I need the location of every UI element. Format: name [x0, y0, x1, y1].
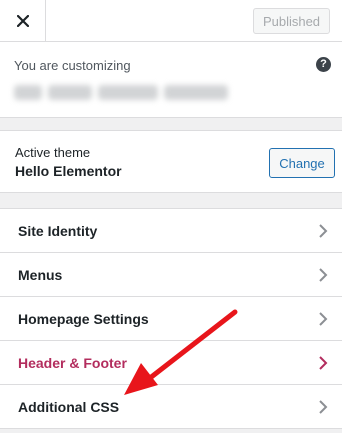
- close-icon: [16, 15, 29, 27]
- help-icon[interactable]: ?: [316, 57, 331, 72]
- customizing-label: You are customizing: [14, 58, 131, 73]
- section-header-footer[interactable]: Header & Footer: [0, 341, 342, 385]
- chevron-right-icon: [319, 400, 328, 414]
- chevron-right-icon: [319, 224, 328, 238]
- section-site-identity[interactable]: Site Identity: [0, 209, 342, 253]
- section-label: Homepage Settings: [18, 310, 149, 327]
- chevron-right-icon: [319, 356, 328, 370]
- active-theme-name: Hello Elementor: [15, 163, 122, 179]
- change-theme-button[interactable]: Change: [269, 148, 335, 178]
- customizer-sections: Site Identity Menus Homepage Settings He…: [0, 208, 342, 429]
- customizer-info: You are customizing ?: [0, 42, 342, 118]
- help-glyph: ?: [320, 58, 327, 70]
- site-title: [14, 81, 234, 103]
- chevron-right-icon: [319, 312, 328, 326]
- active-theme-label: Active theme: [15, 145, 91, 160]
- close-button[interactable]: [0, 0, 46, 42]
- section-label: Header & Footer: [18, 354, 127, 371]
- section-label: Site Identity: [18, 222, 98, 239]
- published-button[interactable]: Published: [253, 8, 330, 34]
- section-additional-css[interactable]: Additional CSS: [0, 385, 342, 429]
- section-menus[interactable]: Menus: [0, 253, 342, 297]
- section-label: Additional CSS: [18, 398, 120, 415]
- section-homepage-settings[interactable]: Homepage Settings: [0, 297, 342, 341]
- section-label: Menus: [18, 266, 63, 283]
- active-theme-panel: Active theme Hello Elementor Change: [0, 130, 342, 193]
- customizer-header: Published: [0, 0, 342, 42]
- chevron-right-icon: [319, 268, 328, 282]
